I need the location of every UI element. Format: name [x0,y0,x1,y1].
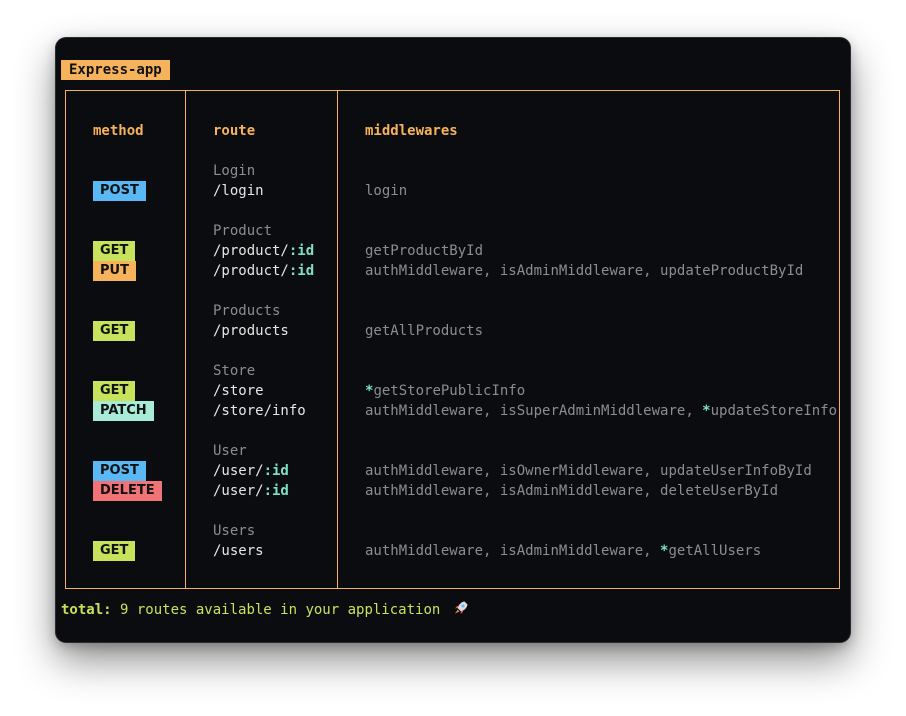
route-path: /user/:id [213,481,289,501]
route-group-name: User [213,443,247,459]
route-path-text: /store [213,383,264,399]
route-param: :id [263,483,289,499]
route-path-text: /user/ [213,483,264,499]
middleware-list: authMiddleware, isAdminMiddleware, updat… [365,263,804,279]
column-divider [337,91,338,588]
middleware-list: *getStorePublicInfo [365,381,525,401]
middleware-name: authMiddleware [365,543,484,559]
middleware-list: authMiddleware, isSuperAdminMiddleware, … [365,403,838,419]
middleware-name: login [365,183,408,199]
middleware-name: getProductById [365,243,484,259]
method-badge-get: GET [93,541,136,561]
method-badge-get: GET [93,241,136,261]
method-badge-delete: DELETE [93,481,162,501]
middleware-name: updateStoreInfo [710,403,838,419]
route-path-text: /product/ [213,243,289,259]
route-path: /product/:id [213,261,314,281]
header-middlewares: middlewares [365,123,458,139]
column-divider [185,91,186,588]
middleware-name: getStorePublicInfo [373,383,526,399]
middleware-name: updateProductById [660,263,804,279]
middleware-name: getAllProducts [365,323,484,339]
route-path-text: /login [213,183,264,199]
middleware-list: getProductById [365,241,483,261]
app-name-badge: Express-app [61,60,170,80]
middleware-name: isOwnerMiddleware [499,463,644,479]
method-badge-post: POST [93,461,146,481]
rocket-icon [454,601,468,614]
middleware-name: authMiddleware [365,483,484,499]
header-route: route [213,123,256,139]
middleware-list: authMiddleware, isAdminMiddleware, delet… [365,483,779,499]
terminal-window: Express-app method route middlewares Log… [56,38,850,642]
summary-text: 9 routes available in your application [120,602,441,618]
middleware-list: login [365,181,407,201]
middleware-name: authMiddleware [365,463,484,479]
route-path: /products [213,321,289,341]
route-path-text: /product/ [213,263,289,279]
summary-line: total: 9 routes available in your applic… [61,600,469,620]
middleware-list: getAllProducts [365,321,483,341]
route-path: /user/:id [213,461,289,481]
middleware-list: authMiddleware, isOwnerMiddleware, updat… [365,463,812,479]
route-path-text: /store/info [213,403,306,419]
route-path-text: /products [213,323,289,339]
route-path-text: /users [213,543,264,559]
method-badge-get: GET [93,381,136,401]
star-marker: * [702,403,711,419]
route-group-name: Login [213,163,256,179]
route-group-name: Product [213,223,273,239]
route-path-text: /user/ [213,463,264,479]
method-badge-post: POST [93,181,146,201]
header-method: method [93,123,144,139]
middleware-list: authMiddleware, isAdminMiddleware, *getA… [365,543,762,559]
route-group-name: Products [213,303,281,319]
route-param: :id [288,243,315,259]
route-param: :id [288,263,315,279]
summary-label: total: [61,602,112,618]
route-param: :id [263,463,289,479]
method-badge-put: PUT [93,261,136,281]
route-group-name: Store [213,363,256,379]
middleware-name: authMiddleware [365,403,484,419]
middleware-name: deleteUserById [660,483,779,499]
middleware-name: isAdminMiddleware [499,263,644,279]
middleware-name: authMiddleware [365,263,484,279]
route-path: /login [213,181,264,201]
middleware-name: getAllUsers [668,543,762,559]
middleware-name: isAdminMiddleware [499,543,644,559]
middleware-name: updateUserInfoById [660,463,812,479]
route-path: /store [213,381,264,401]
route-path: /users [213,541,264,561]
routes-table: method route middlewares Login POST/login… [65,90,840,589]
method-badge-get: GET [93,321,136,341]
route-path: /store/info [213,401,306,421]
route-group-name: Users [213,523,256,539]
middleware-name: isSuperAdminMiddleware [499,403,686,419]
middleware-name: isAdminMiddleware [499,483,644,499]
method-badge-patch: PATCH [93,401,154,421]
route-path: /product/:id [213,241,314,261]
